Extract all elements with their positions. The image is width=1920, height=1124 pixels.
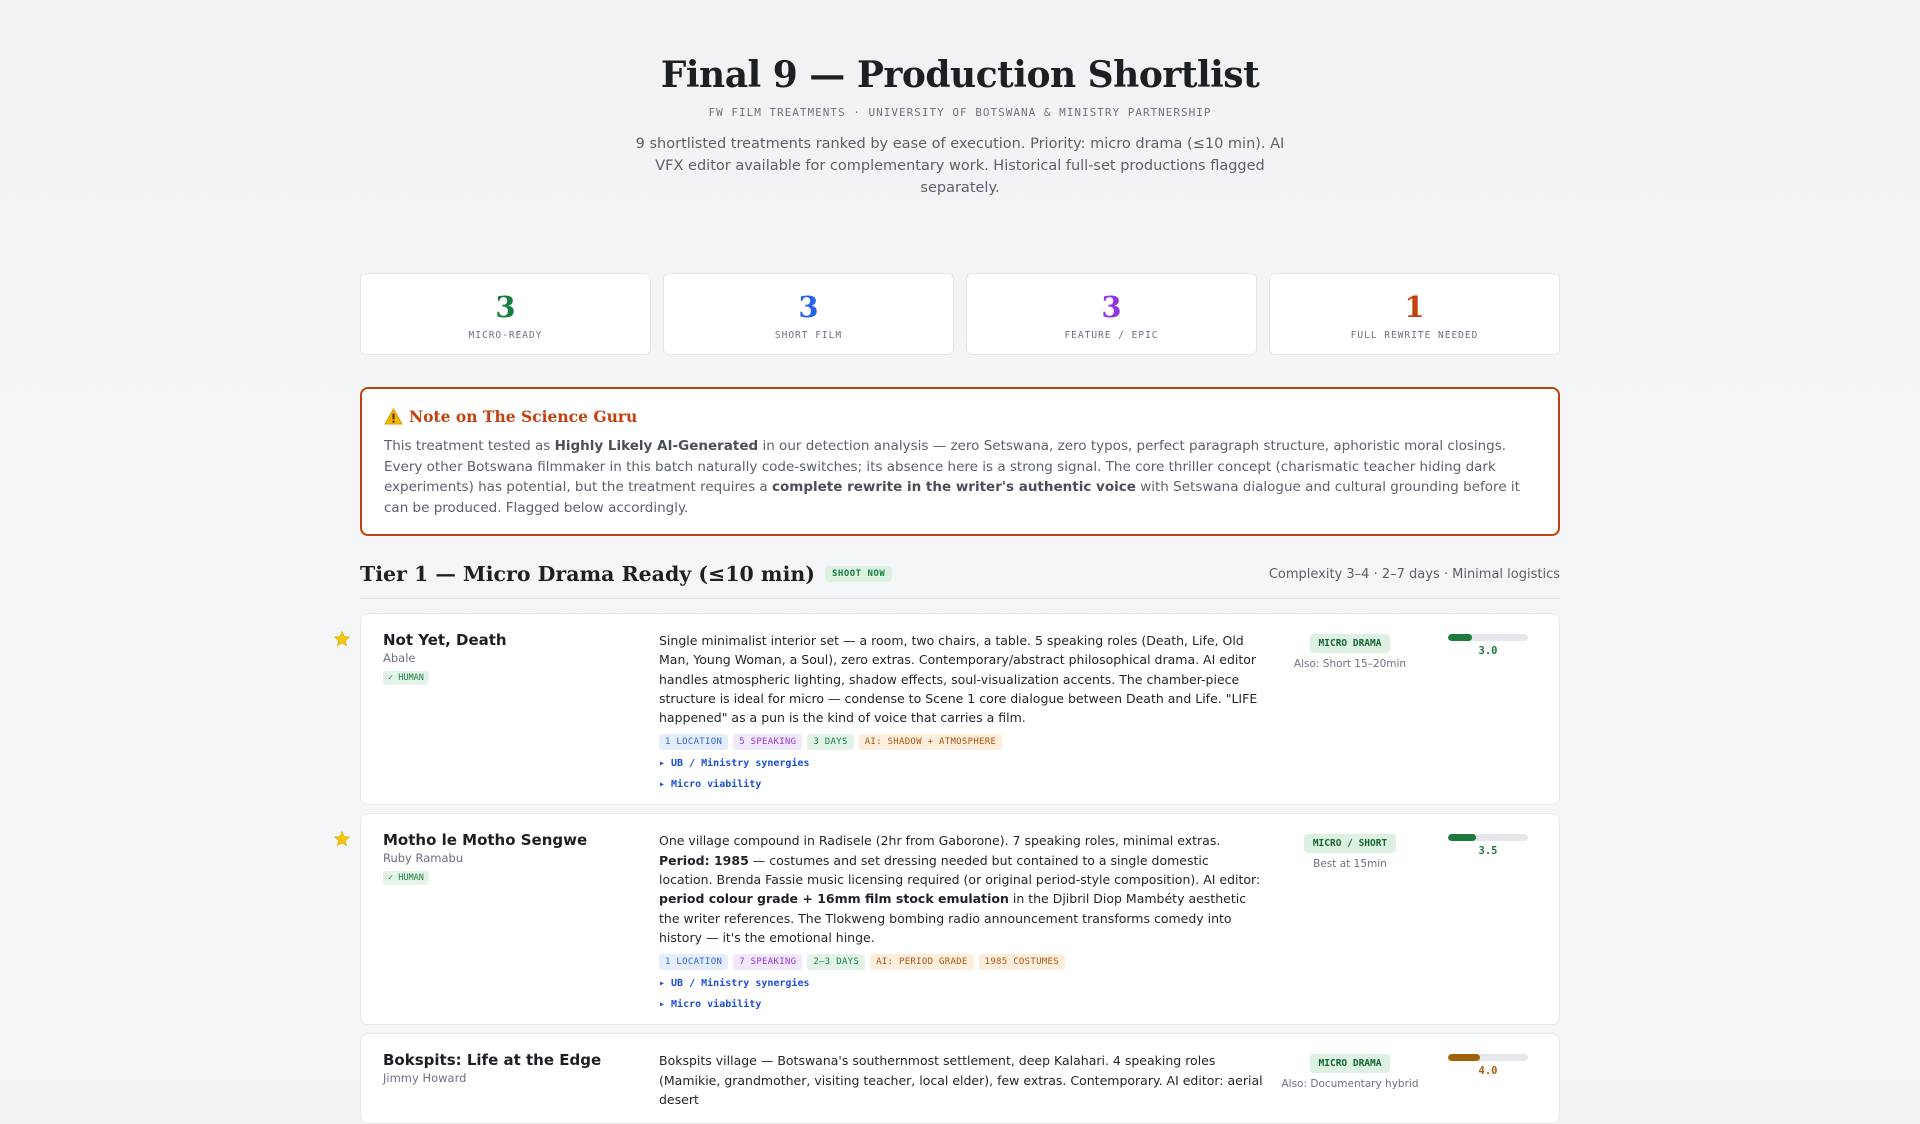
description-text: Bokspits village — Botswana's southernmo… [659,1053,1263,1107]
format-column: MICRO / SHORT Best at 15min [1266,831,1434,1010]
card-details: Single minimalist interior set — a room,… [659,631,1266,790]
stat-label: MICRO-READY [468,330,543,341]
tag-list: 1 LOCATION 7 SPEAKING 2–3 DAYS AI: PERIOD G… [659,954,1266,971]
complexity-bar-fill [1448,1054,1480,1062]
complexity-value: 3.5 [1478,845,1498,858]
complexity-score: 4.0 [1434,1051,1528,1109]
treatment-author: Abale [383,651,416,665]
note-body: This treatment tested as Highly Likely A… [384,436,1536,518]
treatment-title[interactable]: Bokspits: Life at the Edge [383,1051,659,1069]
card-heading: Bokspits: Life at the Edge Jimmy Howard [383,1051,659,1109]
card-heading: Motho le Motho Sengwe Ruby Ramabu ✓ HUMAN [383,831,659,1010]
human-badge: ✓ HUMAN [383,671,429,685]
shoot-now-badge: SHOOT NOW [824,566,893,582]
treatment-description: One village compound in Radisele (2hr fr… [659,831,1266,947]
tag-list: 1 LOCATION 5 SPEAKING 3 DAYS AI: SHADOW + A… [659,734,1266,751]
tag: 1985 COSTUMES [978,954,1065,971]
ai-warning-note: Note on The Science Guru This treatment … [360,387,1560,536]
complexity-bar [1448,1054,1528,1062]
tag: 5 SPEAKING [733,734,803,751]
stat-value: 3 [1101,290,1122,324]
complexity-bar-fill [1448,834,1476,842]
human-badge: ✓ HUMAN [383,871,429,886]
tag: 2–3 DAYS [807,954,866,971]
format-note: Also: Short 15–20min [1293,658,1407,670]
tag: AI: PERIOD GRADE [870,954,974,971]
tier-meta: Complexity 3–4 · 2–7 days · Minimal logi… [1268,566,1560,582]
tag: 1 LOCATION [659,954,729,971]
page-title: Final 9 — Production Shortlist [660,54,1260,96]
note-title: Note on The Science Guru [384,407,1536,426]
description-text: One village compound in Radisele (2hr fr… [659,833,1221,849]
stat-value: 3 [495,290,516,324]
complexity-bar [1448,634,1528,641]
tag: 3 DAYS [807,734,854,751]
stat-card-feature-epic: 3 FEATURE / EPIC [966,273,1257,355]
micro-viability-toggle[interactable]: ▸ Micro viability [659,999,1266,1010]
note-emphasis: complete rewrite in the writer's authent… [771,479,1136,495]
treatment-list: Not Yet, Death Abale ✓ HUMAN Single minima… [333,613,1560,1124]
complexity-score: 3.5 [1434,831,1528,1010]
stats-row: 3 MICRO-READY 3 SHORT FILM 3 FEATURE / E… [360,273,1560,355]
synergies-toggle[interactable]: ▸ UB / Ministry synergies [659,978,1266,989]
format-column: MICRO DRAMA Also: Short 15–20min [1266,631,1434,790]
page-header: Final 9 — Production Shortlist FW FILM T… [360,0,1560,199]
note-emphasis: Highly Likely AI-Generated [554,438,759,454]
complexity-score: 3.0 [1434,631,1528,790]
treatment-card[interactable]: Bokspits: Life at the Edge Jimmy Howard B… [360,1033,1560,1124]
tag: 1 LOCATION [659,734,729,751]
format-badge: MICRO / SHORT [1303,834,1397,854]
stat-value: 3 [798,290,819,324]
tier-title: Tier 1 — Micro Drama Ready (≤10 min) [360,562,815,586]
description-text: — costumes and set dressing needed but c… [659,852,1261,888]
complexity-bar [1448,834,1528,842]
micro-viability-toggle[interactable]: ▸ Micro viability [659,779,1266,790]
warning-icon [384,408,403,425]
description-text: Single minimalist interior set — a room,… [659,633,1258,726]
complexity-value: 4.0 [1478,1065,1498,1078]
stat-card-micro-ready: 3 MICRO-READY [360,273,651,355]
format-badge: MICRO DRAMA [1309,1054,1391,1074]
treatment-title[interactable]: Motho le Motho Sengwe [383,831,659,849]
note-title-text: Note on The Science Guru [409,407,638,426]
treatment-card[interactable]: Not Yet, Death Abale ✓ HUMAN Single minima… [333,613,1560,806]
tier-1-header: Tier 1 — Micro Drama Ready (≤10 min) SHO… [360,562,1560,599]
treatment-author: Ruby Ramabu [383,851,464,866]
page-intro: 9 shortlisted treatments ranked by ease … [635,136,1285,196]
tag: 7 SPEAKING [733,954,803,971]
star-icon [333,630,351,647]
stat-label: FULL REWRITE NEEDED [1350,330,1479,341]
format-note: Also: Documentary hybrid [1281,1078,1419,1091]
stat-label: FEATURE / EPIC [1064,330,1159,341]
description-emphasis: period colour grade + 16mm film stock em… [659,891,1009,907]
stat-card-full-rewrite: 1 FULL REWRITE NEEDED [1269,273,1560,355]
card-heading: Not Yet, Death Abale ✓ HUMAN [383,631,659,790]
star-icon [333,831,351,847]
treatment-card[interactable]: Motho le Motho Sengwe Ruby Ramabu ✓ HUMAN… [333,813,1560,1026]
stat-value: 1 [1404,290,1425,324]
card-details: One village compound in Radisele (2hr fr… [659,831,1266,1010]
treatment-description: Bokspits village — Botswana's southernmo… [659,1051,1266,1109]
description-emphasis: Period: 1985 [659,852,749,868]
card-details: Bokspits village — Botswana's southernmo… [659,1051,1266,1109]
treatment-description: Single minimalist interior set — a room,… [659,631,1266,727]
complexity-value: 3.0 [1478,645,1498,657]
synergies-toggle[interactable]: ▸ UB / Ministry synergies [659,758,1266,769]
note-text: This treatment tested as [384,438,555,454]
format-column: MICRO DRAMA Also: Documentary hybrid [1266,1051,1434,1109]
treatment-title[interactable]: Not Yet, Death [383,631,659,649]
complexity-bar-fill [1448,634,1472,641]
format-note: Best at 15min [1313,858,1387,871]
stat-label: SHORT FILM [774,330,843,341]
format-badge: MICRO DRAMA [1309,634,1391,653]
stat-card-short-film: 3 SHORT FILM [663,273,954,355]
page-subtitle: FW FILM TREATMENTS · UNIVERSITY OF BOTSW… [708,106,1212,119]
treatment-author: Jimmy Howard [383,1071,467,1086]
tag: AI: SHADOW + ATMOSPHERE [858,734,1003,751]
